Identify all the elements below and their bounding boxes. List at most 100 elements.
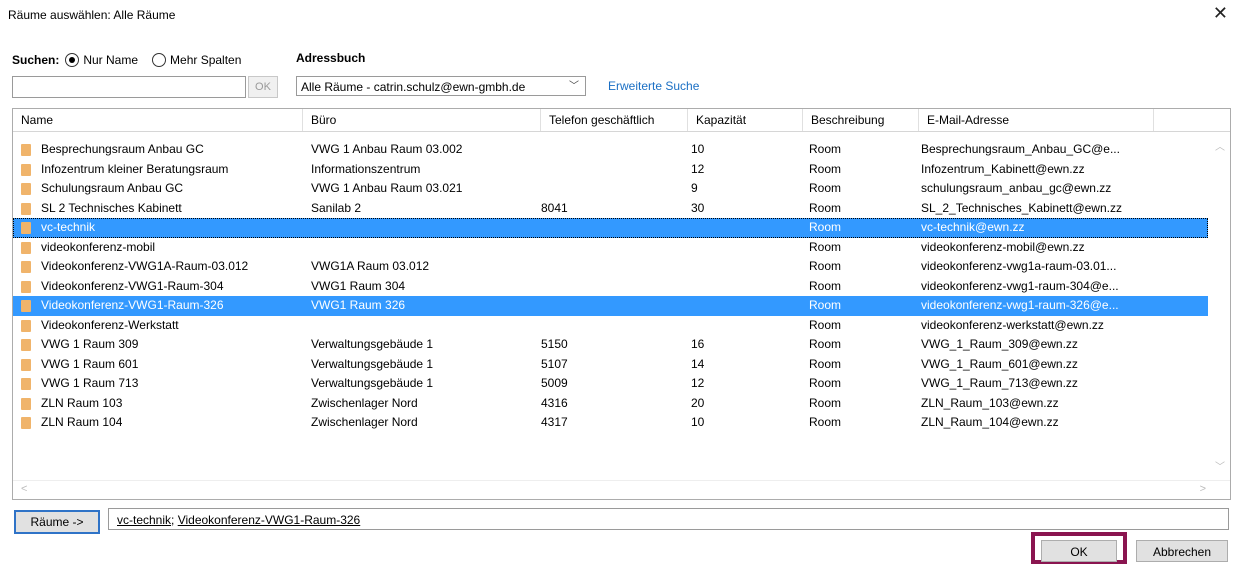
cell-capacity: 9	[691, 181, 698, 195]
addressbook-select[interactable]: Alle Räume - catrin.schulz@ewn-gmbh.de ﹀	[296, 76, 586, 96]
cell-name: VWG 1 Raum 601	[41, 356, 139, 371]
cell-desc: Room	[809, 220, 842, 234]
cell-name: Videokonferenz-Werkstatt	[41, 317, 179, 332]
table-row[interactable]: Videokonferenz-VWG1A-Raum-03.012 VWG1A Ra…	[13, 257, 1208, 277]
table-row[interactable]: ZLN Raum 104 Zwischenlager Nord 4317 10 Room…	[13, 413, 1208, 433]
table-row[interactable]: SL 2 Technisches Kabinett Sanilab 2 8041 30…	[13, 199, 1208, 219]
room-icon	[21, 144, 31, 156]
cell-desc: Room	[809, 376, 842, 390]
cell-office: Sanilab 2	[311, 200, 362, 215]
column-header[interactable]: Kapazität	[688, 109, 803, 131]
vertical-scrollbar[interactable]: ︿ ﹀	[1210, 132, 1230, 477]
cell-name: VWG 1 Raum 309	[41, 337, 139, 351]
cell-name: VWG 1 Raum 713	[41, 376, 139, 390]
cell-email: videokonferenz-vwg1a-raum-03.01...	[921, 259, 1117, 273]
scroll-left-icon[interactable]: <	[21, 483, 27, 495]
horizontal-scrollbar[interactable]: < >	[13, 480, 1230, 499]
cell-desc: Room	[809, 356, 842, 371]
advanced-search-link[interactable]: Erweiterte Suche	[608, 79, 699, 93]
search-input[interactable]	[12, 76, 246, 98]
table-row[interactable]: Infozentrum kleiner Beratungsraum Informa…	[13, 160, 1208, 180]
cell-name: Videokonferenz-VWG1A-Raum-03.012	[41, 259, 249, 273]
cell-email: SL_2_Technisches_Kabinett@ewn.zz	[921, 200, 1122, 215]
cell-desc: Room	[809, 415, 842, 429]
column-header[interactable]: Name	[13, 109, 303, 131]
rooms-list[interactable]: Name Büro Telefon geschäftlich Kapazität…	[12, 108, 1231, 500]
selected-rooms-field[interactable]: vc-technik; Videokonferenz-VWG1-Raum-326	[108, 508, 1229, 530]
cancel-button[interactable]: Abbrechen	[1136, 540, 1228, 562]
window-title: Räume auswählen: Alle Räume	[8, 8, 176, 22]
cell-phone: 5150	[541, 337, 568, 351]
room-icon	[21, 163, 31, 176]
cell-email: vc-technik@ewn.zz	[921, 220, 1025, 234]
cell-email: Infozentrum_Kabinett@ewn.zz	[921, 161, 1085, 176]
room-icon	[21, 397, 31, 410]
cell-office: Zwischenlager Nord	[311, 415, 418, 429]
search-options: Suchen: Nur Name Mehr Spalten	[12, 51, 241, 69]
radio-name-only[interactable]: Nur Name	[65, 53, 138, 67]
room-icon	[21, 378, 31, 390]
cell-email: videokonferenz-werkstatt@ewn.zz	[921, 317, 1104, 332]
ok-button[interactable]: OK	[1041, 540, 1117, 562]
cell-phone: 4317	[541, 415, 568, 429]
cell-desc: Room	[809, 278, 842, 293]
table-row[interactable]: VWG 1 Raum 713 Verwaltungsgebäude 1 5009 12…	[13, 374, 1208, 394]
cell-office: Verwaltungsgebäude 1	[311, 337, 434, 351]
cell-desc: Room	[809, 239, 842, 254]
rooms-add-button[interactable]: Räume ->	[14, 510, 100, 534]
cell-phone: 5009	[541, 376, 568, 390]
radio-more-columns-label: Mehr Spalten	[170, 53, 242, 67]
cell-desc: Room	[809, 395, 842, 410]
table-row[interactable]: videokonferenz-mobil Room videokonferenz-m…	[13, 238, 1208, 258]
room-icon	[21, 339, 31, 351]
cell-name: Videokonferenz-VWG1-Raum-326	[41, 298, 224, 312]
cell-name: SL 2 Technisches Kabinett	[41, 200, 182, 215]
cell-capacity: 10	[691, 142, 705, 156]
cell-capacity: 12	[691, 376, 705, 390]
cell-office: VWG 1 Anbau Raum 03.021	[311, 181, 463, 195]
cell-desc: Room	[809, 298, 842, 312]
cell-name: videokonferenz-mobil	[41, 239, 156, 254]
room-icon	[21, 358, 31, 371]
close-icon[interactable]: ✕	[1213, 3, 1228, 23]
cell-phone: 8041	[541, 200, 568, 215]
cell-email: VWG_1_Raum_309@ewn.zz	[921, 337, 1078, 351]
cell-email: videokonferenz-vwg1-raum-326@e...	[921, 298, 1119, 312]
cell-name: Schulungsraum Anbau GC	[41, 181, 184, 195]
radio-more-columns[interactable]: Mehr Spalten	[152, 53, 241, 67]
cell-name: Videokonferenz-VWG1-Raum-304	[41, 278, 224, 293]
table-row[interactable]: Videokonferenz-VWG1-Raum-326 VWG1 Raum 32…	[13, 296, 1208, 316]
table-row[interactable]: ZLN Raum 103 Zwischenlager Nord 4316 20 Room…	[13, 394, 1208, 414]
column-header[interactable]: Telefon geschäftlich	[541, 109, 688, 131]
selected-room[interactable]: Videokonferenz-VWG1-Raum-326	[178, 513, 361, 527]
table-row[interactable]: Schulungsraum Anbau GC VWG 1 Anbau Raum 0…	[13, 179, 1208, 199]
table-row[interactable]: VWG 1 Raum 309 Verwaltungsgebäude 1 5150 16…	[13, 335, 1208, 355]
search-ok-button[interactable]: OK	[248, 76, 278, 98]
cell-office: VWG 1 Anbau Raum 03.002	[311, 142, 463, 156]
table-row[interactable]: Videokonferenz-VWG1-Raum-304 VWG1 Raum 30…	[13, 277, 1208, 297]
room-icon	[21, 300, 31, 312]
cell-name: vc-technik	[41, 220, 96, 234]
table-row[interactable]: Besprechungsraum Anbau GC VWG 1 Anbau Rau…	[13, 140, 1208, 160]
column-header[interactable]: Büro	[303, 109, 541, 131]
cell-desc: Room	[809, 337, 842, 351]
selected-room[interactable]: vc-technik	[117, 513, 171, 527]
scroll-up-icon[interactable]: ︿	[1215, 138, 1225, 153]
cell-email: schulungsraum_anbau_gc@ewn.zz	[921, 181, 1112, 195]
cell-capacity: 12	[691, 161, 705, 176]
scroll-right-icon[interactable]: >	[1200, 483, 1206, 495]
cell-desc: Room	[809, 161, 842, 176]
room-icon	[21, 319, 31, 332]
table-row[interactable]: vc-technik Room vc-technik@ewn.zz	[13, 218, 1208, 238]
table-row[interactable]: Videokonferenz-Werkstatt Room videokonfere…	[13, 316, 1208, 336]
cell-desc: Room	[809, 181, 842, 195]
search-label: Suchen:	[12, 53, 60, 67]
cell-capacity: 16	[691, 337, 705, 351]
cell-email: Besprechungsraum_Anbau_GC@e...	[921, 142, 1120, 156]
table-row[interactable]: VWG 1 Raum 601 Verwaltungsgebäude 1 5107 14…	[13, 355, 1208, 375]
cell-capacity: 20	[691, 395, 705, 410]
cell-name: ZLN Raum 103	[41, 395, 123, 410]
scroll-down-icon[interactable]: ﹀	[1215, 458, 1225, 473]
column-header[interactable]: Beschreibung	[803, 109, 919, 131]
column-header[interactable]: E-Mail-Adresse	[919, 109, 1154, 131]
